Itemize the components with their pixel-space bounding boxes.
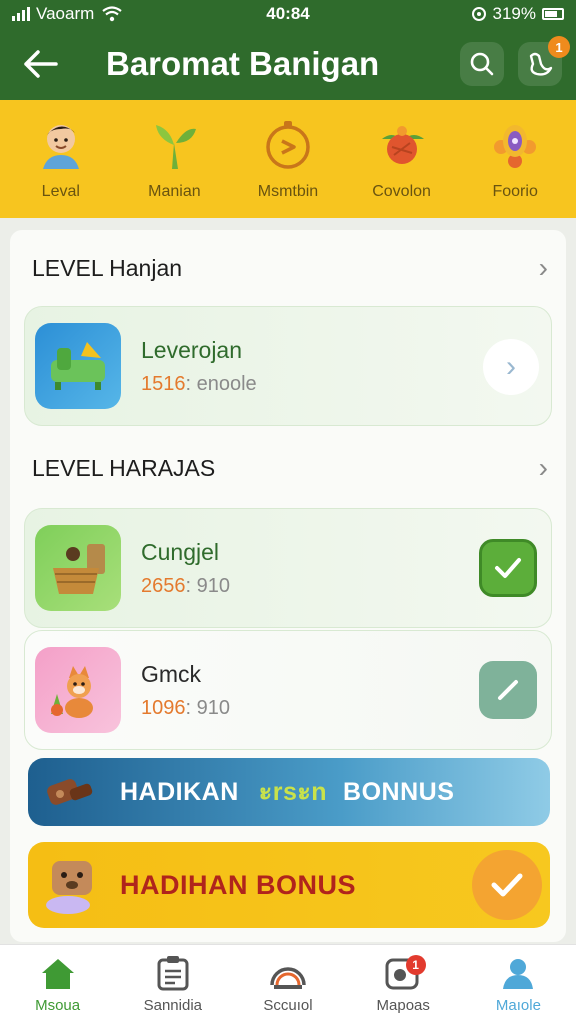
- nav-label: Sccuıol: [263, 997, 313, 1014]
- chevron-right-icon: ›: [506, 350, 516, 383]
- banner-text: HADIHAN BONUS: [120, 869, 356, 900]
- boy-avatar-icon: [33, 117, 89, 173]
- claim-bonus-button[interactable]: [472, 850, 542, 920]
- nav-label: Msoua: [35, 997, 81, 1014]
- search-icon: [470, 52, 494, 76]
- item-meta-text: : enoole: [185, 373, 257, 395]
- search-button[interactable]: [460, 42, 504, 86]
- notification-badge: 1: [548, 36, 570, 58]
- timer-dial-icon: [260, 117, 316, 173]
- category-msmtbin[interactable]: Msmtbin: [234, 117, 342, 201]
- category-label: Msmtbin: [257, 183, 319, 200]
- bonus-banner-yellow[interactable]: HADIHAN BONUS: [28, 842, 550, 928]
- item-title: Cungjel: [141, 539, 219, 565]
- item-title: Gmck: [141, 661, 202, 687]
- nav-item-profile[interactable]: Maıole: [461, 945, 576, 1024]
- chevron-right-icon: ›: [538, 452, 548, 483]
- category-foorio[interactable]: Foorio: [461, 117, 569, 201]
- page-title: Baromat Banigan: [106, 45, 380, 82]
- nav-item-mapoas[interactable]: 1 Mapoas: [346, 945, 461, 1024]
- item-meta: 1516: enoole: [141, 373, 257, 396]
- profile-icon: [503, 959, 534, 989]
- checkmark-icon: [491, 873, 523, 897]
- section-title: LEVEL Hanjan: [32, 254, 183, 281]
- chevron-right-icon: ›: [538, 252, 548, 283]
- banner-text-part1: HADIKAN: [120, 777, 239, 806]
- item-count: 2656: [141, 575, 186, 597]
- item-count: 1516: [141, 373, 186, 395]
- plant-sprout-icon: [146, 117, 202, 173]
- fox-thumbnail: [35, 647, 121, 733]
- item-count: 1096: [141, 697, 186, 719]
- key-icon: [47, 779, 93, 805]
- home-icon: [41, 959, 74, 989]
- item-title: Leverojan: [141, 337, 243, 363]
- category-covolon[interactable]: Covolon: [348, 117, 456, 201]
- sun-flower-icon: [487, 117, 543, 173]
- basket-thumbnail: [35, 525, 121, 611]
- complete-checkbox[interactable]: [479, 539, 537, 597]
- category-label: Leval: [41, 183, 80, 200]
- nav-badge: 1: [405, 955, 426, 975]
- category-label: Covolon: [372, 183, 431, 200]
- section-title: LEVEL HARAJAS: [32, 454, 216, 481]
- category-label: Manian: [148, 183, 201, 200]
- status-bar: Vaoarm 40:84 319%: [0, 0, 576, 28]
- item-meta-text: : 910: [185, 697, 230, 719]
- section-header-level-hanjan[interactable]: LEVEL Hanjan ›: [32, 252, 548, 284]
- list-item-cungjel[interactable]: Cungjel 2656: 910: [24, 508, 552, 628]
- sofa-thumbnail: [35, 323, 121, 409]
- item-meta: 1096: 910: [141, 697, 230, 720]
- list-item-gmck[interactable]: Gmck 1096: 910: [24, 630, 552, 750]
- nav-item-sccuiol[interactable]: Sccuıol: [230, 945, 345, 1024]
- list-item-leverojan[interactable]: Leverojan 1516: enoole ›: [24, 306, 552, 426]
- item-meta: 2656: 910: [141, 575, 230, 598]
- category-manian[interactable]: Manian: [120, 117, 228, 201]
- gauge-icon: [270, 967, 306, 989]
- battery-icon: [542, 8, 564, 20]
- back-arrow-icon: [24, 50, 58, 78]
- banner-text-part2: ะrsะn: [258, 778, 328, 806]
- category-leval[interactable]: Leval: [7, 117, 115, 201]
- nav-label: Maıole: [495, 997, 541, 1014]
- flower-basket-icon: [374, 117, 430, 173]
- edit-button[interactable]: [479, 661, 537, 719]
- clipboard-icon: [157, 956, 189, 991]
- category-label: Foorio: [492, 183, 538, 200]
- checkmark-icon: [495, 558, 521, 578]
- item-meta-text: : 910: [185, 575, 230, 597]
- nav-label: Sannidia: [143, 997, 202, 1014]
- location-icon: [471, 7, 486, 21]
- open-item-button[interactable]: ›: [483, 339, 539, 395]
- nav-label: Mapoas: [376, 997, 430, 1014]
- wifi-icon: [102, 6, 122, 22]
- bonus-banner-blue[interactable]: HADIKAN ะrsะn BONNUS: [28, 758, 550, 826]
- notifications-button[interactable]: 1: [518, 36, 570, 86]
- nav-item-sannidia[interactable]: Sannidia: [115, 945, 230, 1024]
- carrier-name: Vaoarm: [36, 4, 95, 23]
- pencil-icon: [498, 680, 518, 700]
- nav-item-home[interactable]: Msoua: [0, 945, 115, 1024]
- toy-dog-icon: [46, 861, 92, 914]
- back-button[interactable]: [0, 28, 80, 100]
- content-card: LEVEL Hanjan › Leverojan 1516: enoole › …: [10, 230, 566, 942]
- banner-text-part3: BONNUS: [343, 777, 455, 806]
- category-strip: Leval Manian Msmtbin Covolon Foorio: [0, 100, 576, 218]
- app-header: Baromat Banigan 1: [0, 28, 576, 100]
- section-header-level-harajas[interactable]: LEVEL HARAJAS ›: [32, 452, 548, 484]
- bottom-nav: Msoua Sannidia Sccuıol 1 Mapoas Maıole: [0, 944, 576, 1024]
- battery-percent: 319%: [492, 4, 536, 23]
- signal-icon: [12, 7, 30, 21]
